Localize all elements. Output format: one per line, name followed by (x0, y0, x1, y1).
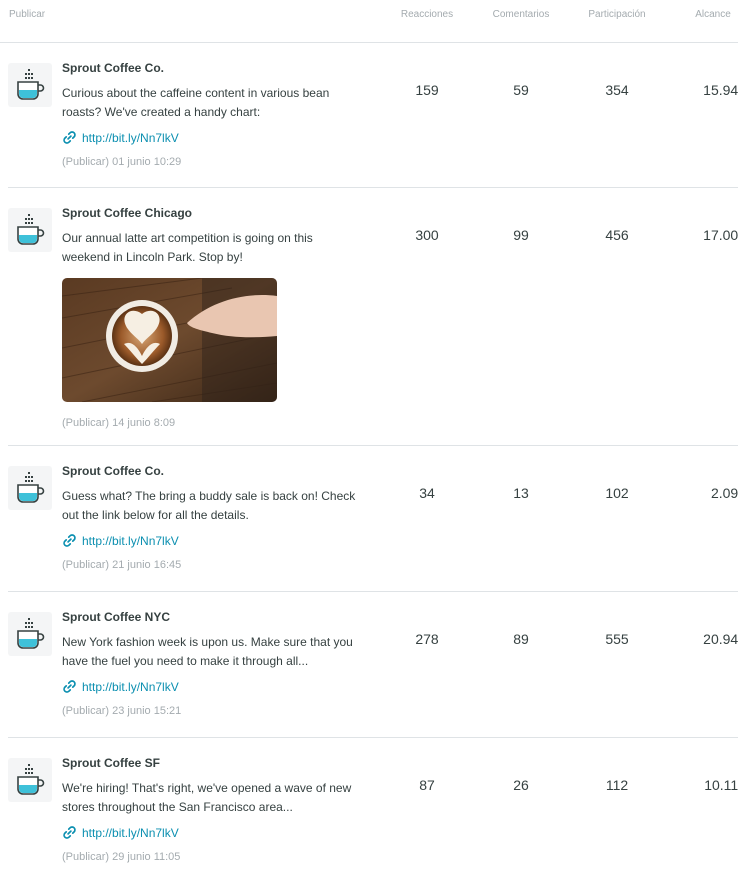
engagement-value: 354 (605, 82, 629, 98)
reach-value: 2.097 (710, 485, 738, 501)
column-header-engagement[interactable]: Participación (576, 9, 658, 20)
post-link-text[interactable]: http://bit.ly/Nn7lkV (82, 534, 179, 548)
comments-value: 26 (513, 777, 529, 793)
link-icon (63, 826, 76, 839)
avatar (8, 758, 52, 802)
column-header-post[interactable]: Publicar (9, 9, 45, 20)
table-row: Sprout Coffee Co. Guess what? The bring … (8, 445, 738, 592)
reactions-value: 278 (415, 631, 439, 647)
reactions-value: 87 (419, 777, 435, 793)
column-header-comments[interactable]: Comentarios (480, 9, 562, 20)
table-row: Sprout Coffee SF We're hiring! That's ri… (8, 737, 738, 880)
reach-value: 10.113 (704, 777, 738, 793)
reach-value: 20.947 (703, 631, 738, 647)
column-header-reach[interactable]: Alcance (672, 9, 738, 20)
post-meta: (Publicar) 21 junio 16:45 (62, 559, 182, 571)
avatar (8, 208, 52, 252)
comments-value: 89 (513, 631, 529, 647)
table-row: Sprout Coffee NYC New York fashion week … (8, 591, 738, 738)
reactions-value: 34 (419, 485, 435, 501)
post-text: We're hiring! That's right, we've opened… (62, 781, 352, 814)
link-icon (63, 534, 76, 547)
column-header-reactions[interactable]: Reacciones (386, 9, 468, 20)
link-icon (63, 131, 76, 144)
table-row: Sprout Coffee Co. Curious about the caff… (8, 42, 738, 188)
post-meta: (Publicar) 14 junio 8:09 (62, 417, 176, 429)
engagement-value: 112 (605, 777, 629, 793)
post-link-text[interactable]: http://bit.ly/Nn7lkV (82, 680, 179, 694)
posts-table: Publicar Reacciones Comentarios Particip… (0, 0, 738, 880)
latte-art-photo[interactable] (62, 278, 277, 402)
post-link-text[interactable]: http://bit.ly/Nn7lkV (82, 131, 179, 145)
post-text: Curious about the caffeine content in va… (62, 86, 330, 119)
coffee-cup-icon (17, 69, 45, 100)
coffee-cup-icon (17, 214, 45, 245)
engagement-value: 555 (605, 631, 629, 647)
comments-value: 13 (513, 485, 529, 501)
post-link[interactable]: http://bit.ly/Nn7lkV (62, 533, 179, 548)
profile-name[interactable]: Sprout Coffee Chicago (62, 206, 192, 220)
reactions-value: 300 (415, 227, 439, 243)
profile-name[interactable]: Sprout Coffee NYC (62, 610, 170, 624)
profile-name[interactable]: Sprout Coffee Co. (62, 61, 164, 75)
reach-value: 15.947 (703, 82, 738, 98)
post-text: New York fashion week is upon us. Make s… (62, 635, 353, 668)
coffee-cup-icon (17, 764, 45, 795)
coffee-cup-icon (17, 618, 45, 649)
post-link[interactable]: http://bit.ly/Nn7lkV (62, 825, 179, 840)
post-meta: (Publicar) 29 junio 11:05 (62, 851, 181, 863)
profile-name[interactable]: Sprout Coffee SF (62, 756, 160, 770)
table-header: Publicar Reacciones Comentarios Particip… (0, 0, 738, 43)
table-row: Sprout Coffee Chicago Our annual latte a… (8, 187, 738, 446)
reach-value: 17.002 (703, 227, 738, 243)
profile-name[interactable]: Sprout Coffee Co. (62, 464, 164, 478)
engagement-value: 102 (605, 485, 629, 501)
comments-value: 99 (513, 227, 529, 243)
post-text: Guess what? The bring a buddy sale is ba… (62, 489, 356, 522)
comments-value: 59 (513, 82, 529, 98)
avatar (8, 466, 52, 510)
post-text: Our annual latte art competition is goin… (62, 231, 313, 264)
coffee-cup-icon (17, 472, 45, 503)
avatar (8, 63, 52, 107)
post-meta: (Publicar) 23 junio 15:21 (62, 705, 182, 717)
post-link[interactable]: http://bit.ly/Nn7lkV (62, 679, 179, 694)
reactions-value: 159 (415, 82, 439, 98)
avatar (8, 612, 52, 656)
post-meta: (Publicar) 01 junio 10:29 (62, 156, 182, 168)
post-link[interactable]: http://bit.ly/Nn7lkV (62, 130, 179, 145)
link-icon (63, 680, 76, 693)
post-link-text[interactable]: http://bit.ly/Nn7lkV (82, 826, 179, 840)
engagement-value: 456 (605, 227, 629, 243)
